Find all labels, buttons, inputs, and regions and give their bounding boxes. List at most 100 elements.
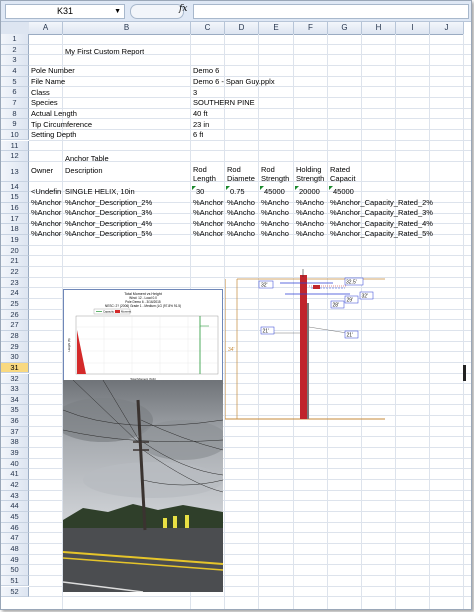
row-header-45[interactable]: 45 xyxy=(1,511,29,523)
row-header-12[interactable]: 12 xyxy=(1,151,29,162)
row-header-21[interactable]: 21 xyxy=(1,256,29,267)
gridline-vertical xyxy=(429,34,430,609)
row-header-15[interactable]: 15 xyxy=(1,192,29,204)
column-header-j[interactable]: J xyxy=(430,22,464,35)
row-header-6[interactable]: 6 xyxy=(1,87,29,98)
row-header-26[interactable]: 26 xyxy=(1,309,29,321)
row-header-33[interactable]: 33 xyxy=(1,384,29,395)
pole-label-32-left: 32' xyxy=(261,283,268,289)
anchor-header-rated-capacity: Rated Capacit xyxy=(330,165,356,183)
anchor-header-description: Description xyxy=(65,166,103,175)
pole-label-21-left: 21' xyxy=(263,329,270,335)
field-label: Actual Length xyxy=(31,109,77,119)
formula-input[interactable] xyxy=(193,4,469,19)
anchor-template-cell: %Ancho xyxy=(296,208,324,218)
column-header-h[interactable]: H xyxy=(362,22,396,35)
field-label: Tip Circumference xyxy=(31,119,92,129)
field-value: 3 xyxy=(193,87,198,97)
row-header-3[interactable]: 3 xyxy=(1,55,29,66)
row-header-40[interactable]: 40 xyxy=(1,458,29,470)
row-header-46[interactable]: 46 xyxy=(1,522,29,534)
gridline-horizontal xyxy=(29,255,471,257)
row-header-43[interactable]: 43 xyxy=(1,490,29,502)
anchor-template-cell: %Anchor_Description_2% xyxy=(65,197,153,207)
row-header-19[interactable]: 19 xyxy=(1,235,29,246)
row-header-1[interactable]: 1 xyxy=(1,34,29,45)
anchor-template-cell: %Ancho xyxy=(296,197,324,207)
row-header-29[interactable]: 29 xyxy=(1,341,29,353)
row-header-20[interactable]: 20 xyxy=(1,245,29,257)
row-header-35[interactable]: 35 xyxy=(1,405,29,417)
formula-buttons[interactable] xyxy=(130,4,184,19)
column-header-a[interactable]: A xyxy=(29,22,63,35)
row-header-37[interactable]: 37 xyxy=(1,426,29,438)
row-header-22[interactable]: 22 xyxy=(1,267,29,278)
legend-moment-swatch xyxy=(115,310,120,313)
row-header-23[interactable]: 23 xyxy=(1,277,29,289)
row-header-2[interactable]: 2 xyxy=(1,44,29,56)
column-header-g[interactable]: G xyxy=(328,22,362,35)
field-label: Class xyxy=(31,87,50,97)
report-title: My First Custom Report xyxy=(65,47,145,56)
column-header-i[interactable]: I xyxy=(396,22,430,35)
row-header-32[interactable]: 32 xyxy=(1,373,29,385)
row-header-5[interactable]: 5 xyxy=(1,76,29,88)
moment-chart-svg: Total Moment vs Height Wind: 12 - Load 0… xyxy=(67,292,219,381)
row-header-30[interactable]: 30 xyxy=(1,352,29,363)
embedded-moment-chart[interactable]: Total Moment vs Height Wind: 12 - Load 0… xyxy=(63,289,223,383)
row-header-4[interactable]: 4 xyxy=(1,65,29,77)
row-header-36[interactable]: 36 xyxy=(1,416,29,427)
column-header-b[interactable]: B xyxy=(63,22,191,35)
chevron-down-icon[interactable]: ▼ xyxy=(114,5,121,18)
field-value: 6 ft xyxy=(193,130,204,140)
row-header-47[interactable]: 47 xyxy=(1,533,29,544)
insert-function-icon[interactable]: fx xyxy=(179,4,187,14)
pole-diagram[interactable]: 32' 32.5' 32' 29' 28' 21' 21' 34' xyxy=(224,267,389,423)
column-header-f[interactable]: F xyxy=(294,22,328,35)
anchor-template-cell: %Ancho xyxy=(227,218,255,228)
row-header-50[interactable]: 50 xyxy=(1,565,29,576)
row-header-10[interactable]: 10 xyxy=(1,129,29,141)
row-header-51[interactable]: 51 xyxy=(1,575,29,587)
row-header-25[interactable]: 25 xyxy=(1,298,29,310)
row-header-9[interactable]: 9 xyxy=(1,119,29,130)
row-header-13[interactable]: 13 xyxy=(1,161,29,182)
field-label: Pole Number xyxy=(31,66,75,76)
row-header-11[interactable]: 11 xyxy=(1,140,29,152)
row-header-31[interactable]: 31 xyxy=(1,362,29,374)
anchor-template-cell: %Anchor xyxy=(31,208,62,218)
gridline-horizontal xyxy=(29,118,471,120)
column-header-e[interactable]: E xyxy=(259,22,294,35)
pole-photo[interactable] xyxy=(63,380,223,592)
anchor-template-cell: %Anchor_Capacity_Rated_5% xyxy=(330,229,433,239)
column-header-d[interactable]: D xyxy=(225,22,259,35)
anchor-template-cell: %Anchor xyxy=(193,229,224,239)
anchor-header-rod-diameter: Rod Diamete xyxy=(227,165,255,183)
row-header-41[interactable]: 41 xyxy=(1,469,29,480)
row-header-42[interactable]: 42 xyxy=(1,480,29,491)
row-header-18[interactable]: 18 xyxy=(1,224,29,236)
row-header-49[interactable]: 49 xyxy=(1,554,29,566)
row-header-44[interactable]: 44 xyxy=(1,501,29,512)
anchor-header-rod-strength: Rod Strength xyxy=(261,165,290,183)
row-header-14[interactable]: 14 xyxy=(1,181,29,193)
anchor-template-cell: %Anchor_Description_4% xyxy=(65,218,153,228)
row-header-48[interactable]: 48 xyxy=(1,543,29,555)
split-handle[interactable] xyxy=(463,365,466,381)
row-header-28[interactable]: 28 xyxy=(1,330,29,342)
row-header-8[interactable]: 8 xyxy=(1,108,29,120)
row-header-24[interactable]: 24 xyxy=(1,288,29,299)
row-header-16[interactable]: 16 xyxy=(1,203,29,214)
column-header-c[interactable]: C xyxy=(191,22,225,35)
row-header-39[interactable]: 39 xyxy=(1,448,29,459)
anchor-template-cell: %Anchor xyxy=(193,208,224,218)
row-header-7[interactable]: 7 xyxy=(1,97,29,109)
row-header-34[interactable]: 34 xyxy=(1,394,29,406)
row-header-27[interactable]: 27 xyxy=(1,320,29,331)
row-header-38[interactable]: 38 xyxy=(1,437,29,449)
anchor-row14-rod-length: 30 xyxy=(196,187,205,196)
plot-area xyxy=(75,315,219,375)
row-header-17[interactable]: 17 xyxy=(1,213,29,225)
row-header-52[interactable]: 52 xyxy=(1,586,29,598)
name-box[interactable]: K31 ▼ xyxy=(5,4,125,19)
